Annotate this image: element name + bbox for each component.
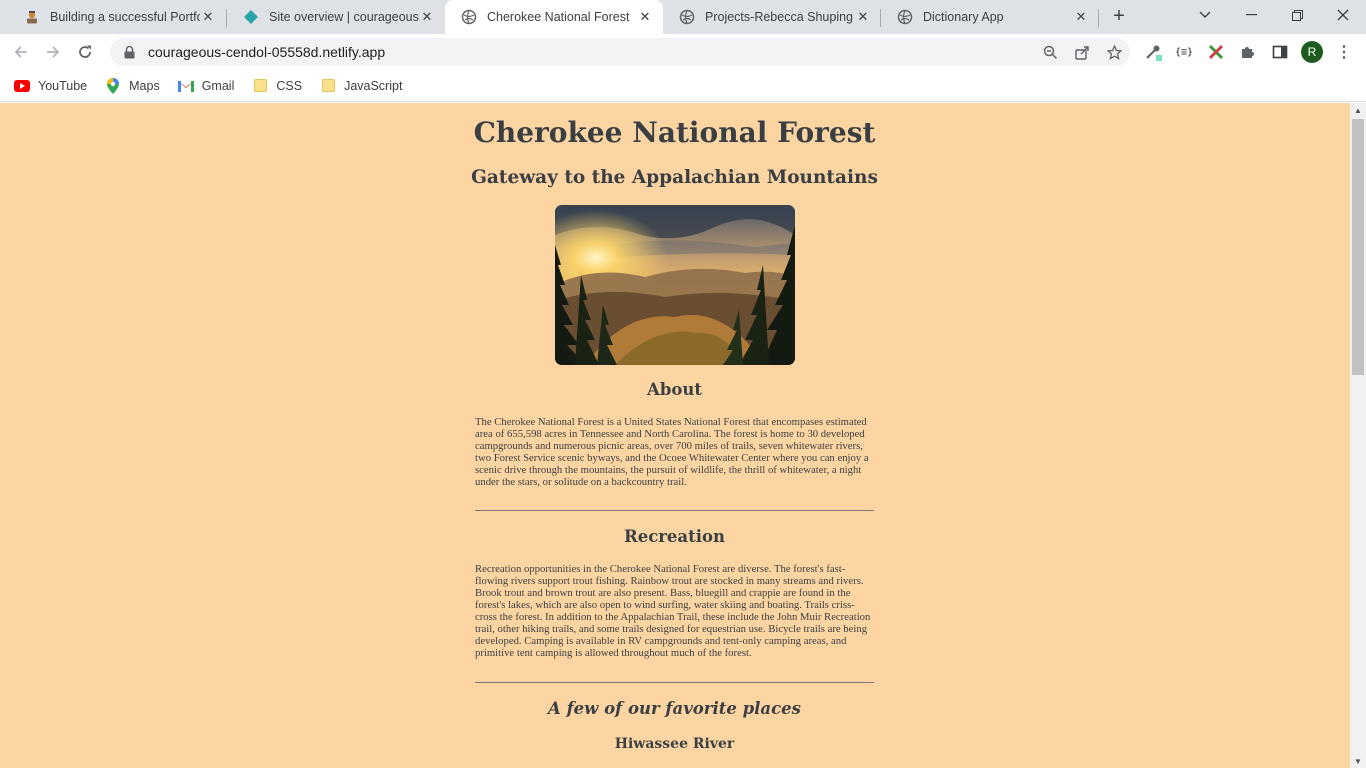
page-scrollbar[interactable]: ▲ ▼ xyxy=(1350,103,1366,768)
bookmark-youtube[interactable]: YouTube xyxy=(14,78,87,94)
about-paragraph: The Cherokee National Forest is a United… xyxy=(475,416,869,488)
minimize-icon[interactable] xyxy=(1228,0,1274,30)
globe-icon xyxy=(461,9,477,25)
bookmark-star-icon[interactable] xyxy=(1104,42,1124,62)
bookmark-javascript-folder[interactable]: JavaScript xyxy=(320,78,402,94)
close-icon[interactable]: ✕ xyxy=(855,9,871,25)
close-icon[interactable]: ✕ xyxy=(419,9,435,25)
recreation-heading: Recreation xyxy=(623,527,726,546)
page-subtitle: Gateway to the Appalachian Mountains xyxy=(471,167,878,188)
share-icon[interactable] xyxy=(1072,42,1092,62)
tab-cherokee[interactable]: Cherokee National Forest ✕ xyxy=(445,0,663,34)
url-text[interactable]: courageous-cendol-05558d.netlify.app xyxy=(148,44,385,60)
close-window-icon[interactable] xyxy=(1320,0,1366,30)
reload-icon[interactable] xyxy=(72,39,98,65)
bookmark-css-folder[interactable]: CSS xyxy=(252,78,302,94)
section-divider xyxy=(475,682,874,683)
tab-site-overview[interactable]: Site overview | courageous-cendol ✕ xyxy=(227,0,445,34)
bookmark-label: Gmail xyxy=(201,78,235,93)
bookmarks-bar: YouTube Maps Gmail CSS JavaScript xyxy=(0,70,1366,102)
json-extension-icon[interactable]: {≡} xyxy=(1173,41,1195,63)
maps-pin-icon xyxy=(105,77,121,94)
close-icon[interactable]: ✕ xyxy=(1073,9,1089,25)
scroll-up-arrow-icon[interactable]: ▲ xyxy=(1350,103,1366,117)
place-heading-hiwassee: Hiwassee River xyxy=(614,736,735,752)
tab-title: Building a successful Portfolio xyxy=(50,10,200,24)
youtube-icon xyxy=(14,78,30,94)
section-divider xyxy=(475,510,874,511)
tab-dictionary[interactable]: Dictionary App ✕ xyxy=(881,0,1099,34)
tab-title: Site overview | courageous-cendol xyxy=(269,10,419,24)
side-panel-icon[interactable] xyxy=(1269,41,1291,63)
tab-title: Projects-Rebecca Shuping xyxy=(705,10,853,24)
close-icon[interactable]: ✕ xyxy=(637,9,653,25)
bookmark-maps[interactable]: Maps xyxy=(105,77,160,94)
favorites-heading: A few of our favorite places xyxy=(548,699,801,718)
hero-image-mountain-sunrise xyxy=(555,205,795,365)
address-bar[interactable]: courageous-cendol-05558d.netlify.app xyxy=(110,38,1130,66)
recreation-paragraph: Recreation opportunities in the Cherokee… xyxy=(475,563,871,659)
restore-icon[interactable] xyxy=(1274,0,1320,30)
gmail-icon xyxy=(177,78,194,94)
netlify-diamond-icon xyxy=(243,9,259,25)
new-tab-plus-icon[interactable]: + xyxy=(1108,6,1130,28)
zoom-icon[interactable] xyxy=(1040,42,1060,62)
lock-icon[interactable] xyxy=(122,45,136,59)
browser-toolbar: courageous-cendol-05558d.netlify.app {≡}… xyxy=(0,34,1366,70)
tab-portfolio[interactable]: Building a successful Portfolio ✕ xyxy=(8,0,226,34)
back-arrow-icon[interactable] xyxy=(8,39,34,65)
bookmark-label: Maps xyxy=(129,78,160,93)
globe-icon xyxy=(679,9,695,25)
kebab-menu-icon[interactable]: ⋮ xyxy=(1334,41,1354,63)
eyedropper-extension-icon[interactable] xyxy=(1142,41,1164,63)
forward-arrow-icon[interactable] xyxy=(40,39,66,65)
bookmark-label: CSS xyxy=(276,78,303,93)
bookmark-label: YouTube xyxy=(38,78,88,93)
page-title: Cherokee National Forest xyxy=(473,116,876,149)
scroll-down-arrow-icon[interactable]: ▼ xyxy=(1350,754,1366,768)
tab-projects[interactable]: Projects-Rebecca Shuping ✕ xyxy=(663,0,881,34)
bookmark-label: JavaScript xyxy=(344,78,403,93)
puzzle-extensions-icon[interactable] xyxy=(1237,41,1259,63)
profile-avatar[interactable]: R xyxy=(1301,41,1323,63)
bookmark-gmail[interactable]: Gmail xyxy=(177,78,235,94)
page-viewport[interactable]: Cherokee National Forest Gateway to the … xyxy=(0,103,1350,768)
tab-strip: Building a successful Portfolio ✕ Site o… xyxy=(0,0,1366,34)
portfolio-icon xyxy=(24,9,40,25)
folder-icon xyxy=(320,78,336,94)
close-icon[interactable]: ✕ xyxy=(200,9,216,25)
about-heading: About xyxy=(647,380,702,399)
tab-title: Cherokee National Forest xyxy=(487,10,630,24)
tab-separator xyxy=(1098,9,1099,27)
globe-icon xyxy=(897,9,913,25)
tab-search-chevron-icon[interactable] xyxy=(1182,0,1228,30)
tab-title: Dictionary App xyxy=(923,10,1004,24)
scrollbar-thumb[interactable] xyxy=(1352,119,1364,375)
folder-icon xyxy=(252,78,268,94)
tools-extension-icon[interactable] xyxy=(1205,41,1227,63)
